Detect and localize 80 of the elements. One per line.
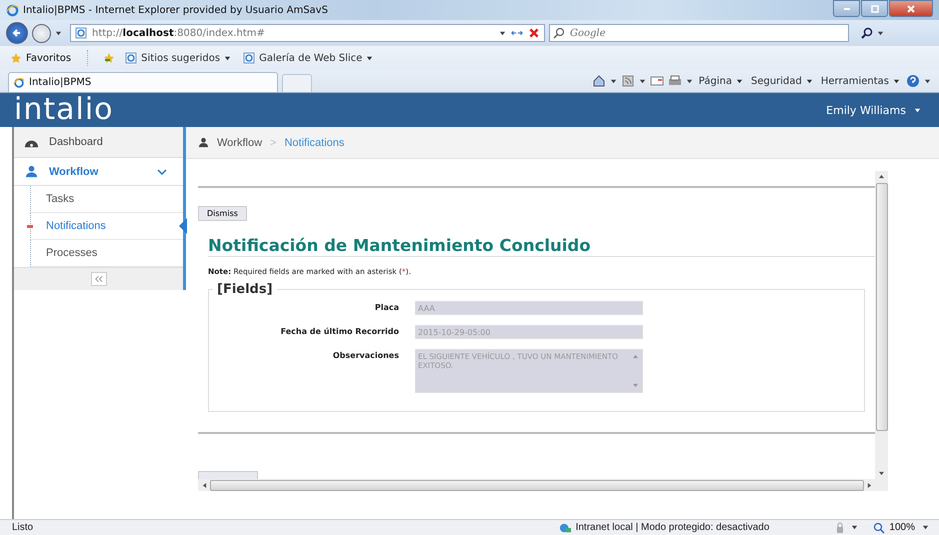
page-icon — [243, 52, 256, 64]
field-label: Observaciones — [332, 350, 400, 360]
up-arrow-icon[interactable] — [878, 174, 885, 179]
caret-icon[interactable] — [922, 524, 929, 531]
url-text: http://localhost:8080/index.htm# — [92, 28, 265, 38]
caret-icon[interactable] — [877, 30, 884, 36]
scrollbar[interactable] — [875, 171, 888, 479]
breadcrumb-separator: > — [270, 136, 276, 148]
close-button[interactable] — [889, 0, 933, 17]
minimize-button[interactable] — [833, 0, 860, 17]
add-favorites-icon[interactable] — [103, 52, 116, 64]
right-arrow-icon[interactable] — [867, 482, 872, 488]
chevron-icon — [157, 168, 167, 176]
dismiss-button[interactable]: Dismiss — [198, 206, 247, 221]
close-icon — [906, 4, 916, 14]
back-arrow-icon — [11, 27, 23, 39]
app-logo: intalio — [14, 93, 114, 127]
caret-icon[interactable] — [924, 78, 931, 84]
security-zone-text: Intranet local | Modo protegido: desactivado — [576, 522, 770, 533]
mail-icon[interactable] — [650, 74, 664, 88]
address-field[interactable]: http://localhost:8080/index.htm# — [70, 24, 545, 42]
page-icon — [125, 52, 138, 64]
search-icon[interactable] — [861, 27, 873, 39]
forward-button[interactable] — [32, 24, 51, 42]
page-icon — [75, 27, 87, 39]
caret-icon[interactable] — [499, 30, 506, 36]
caret-icon — [736, 78, 743, 84]
caret-icon[interactable] — [55, 30, 62, 36]
caret-icon[interactable] — [686, 78, 693, 84]
command-menu[interactable]: Página — [696, 76, 745, 86]
form-title: Notificación de Mantenimiento Concluido — [208, 236, 875, 257]
collapse-button[interactable] — [90, 272, 106, 286]
sidebar-subitem[interactable]: Processes — [30, 240, 183, 267]
caret-icon[interactable] — [638, 78, 646, 84]
maximize-button[interactable] — [861, 0, 888, 17]
fields-legend: [Fields] — [213, 282, 277, 297]
favorites-button[interactable]: Favoritos — [8, 52, 74, 64]
user-menu[interactable]: Emily Williams — [824, 104, 923, 116]
globe-icon — [558, 522, 571, 534]
window-title: Intalio|BPMS - Internet Explorer provided by Usuario AmSavS — [23, 4, 328, 16]
field-label: Placa — [374, 302, 400, 312]
zoom-button[interactable]: 100% — [871, 522, 917, 534]
help-icon[interactable] — [906, 74, 920, 88]
favorites-link[interactable]: Sitios sugeridos — [123, 52, 234, 64]
home-icon[interactable] — [592, 74, 606, 88]
command-menu[interactable]: Seguridad — [748, 76, 815, 86]
sidebar-item[interactable]: Dashboard — [14, 127, 183, 158]
person-icon — [198, 137, 209, 148]
command-menu[interactable]: Herramientas — [818, 76, 902, 86]
caret-icon — [914, 106, 921, 114]
caret-icon — [366, 54, 374, 62]
pointer-icon — [179, 218, 187, 234]
magnifier-icon — [873, 522, 886, 534]
caret-icon[interactable] — [610, 78, 617, 84]
caret-icon[interactable] — [851, 524, 858, 531]
down-arrow-icon[interactable] — [878, 471, 885, 476]
search-field[interactable]: Google — [549, 24, 849, 42]
field-label: Fecha de último Recorrido — [280, 326, 400, 336]
scrollbar[interactable] — [198, 479, 888, 491]
search-icon — [553, 27, 565, 39]
double-chevron-icon — [94, 275, 103, 283]
star-icon — [10, 52, 22, 64]
caret-icon — [806, 78, 813, 84]
browser-logo-icon — [6, 4, 19, 16]
printer-icon[interactable] — [668, 74, 682, 88]
status-text: Listo — [12, 522, 34, 533]
breadcrumb-link[interactable]: Workflow — [217, 136, 262, 148]
person-icon — [24, 165, 39, 178]
maximize-icon — [870, 4, 880, 14]
browser-tab[interactable]: Intalio|BPMS — [8, 72, 278, 92]
minimize-icon — [844, 8, 850, 10]
favorites-link[interactable]: Galería de Web Slice — [241, 52, 376, 64]
caret-icon — [893, 78, 900, 84]
stop-icon[interactable] — [528, 27, 540, 39]
browser-logo-icon — [13, 76, 25, 88]
sidebar-subitem[interactable]: Tasks — [30, 186, 183, 213]
left-arrow-icon[interactable] — [202, 482, 207, 488]
caret-icon — [224, 54, 232, 62]
back-button[interactable] — [6, 22, 28, 44]
feed-icon[interactable] — [620, 74, 635, 88]
